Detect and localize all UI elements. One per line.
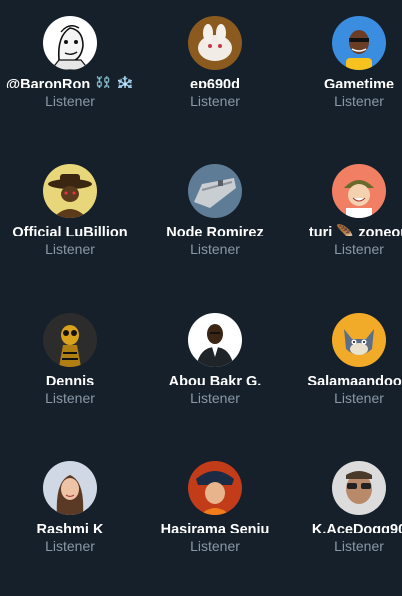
listener-name: Node Romirez — [166, 225, 264, 236]
listener-role: Listener — [45, 93, 95, 109]
listener-card[interactable]: Hasirama Senju Listener — [148, 445, 282, 555]
listener-role: Listener — [334, 538, 384, 554]
white-rabbit-avatar-icon[interactable] — [188, 16, 242, 70]
listener-role: Listener — [334, 93, 384, 109]
wasp-warrior-avatar-icon[interactable] — [43, 313, 97, 367]
listener-name: Salamaandoon — [307, 374, 402, 385]
man-in-suit-avatar-icon[interactable] — [188, 313, 242, 367]
listener-card[interactable]: Rashmi K Listener — [3, 445, 137, 555]
listener-card[interactable]: Official LuBillion Listener — [3, 148, 137, 258]
listener-name: Rashmi K — [36, 522, 104, 533]
cartoon-face-avatar-icon[interactable] — [43, 16, 97, 70]
cartoon-man-avatar-icon[interactable] — [332, 16, 386, 70]
listener-role: Listener — [334, 241, 384, 257]
listener-name: Hasirama Senju — [160, 522, 270, 533]
listener-card[interactable]: Gametime Listener — [292, 0, 402, 110]
listener-role: Listener — [45, 538, 95, 554]
listener-role: Listener — [334, 390, 384, 406]
listener-card[interactable]: Node Romirez Listener — [148, 148, 282, 258]
listener-name: ep690d — [190, 77, 240, 88]
listener-name: Abou Bakr G. — [168, 374, 262, 385]
listener-card[interactable]: Dennis Listener — [3, 297, 137, 407]
listeners-grid: @BaronRon ⛓️ ❄️ Listener ep690d Listener… — [0, 0, 402, 596]
listener-card[interactable]: K.AceDogg90 Listener — [292, 445, 402, 555]
listener-name: @BaronRon ⛓️ ❄️ — [6, 77, 134, 88]
listener-role: Listener — [190, 390, 240, 406]
listener-card[interactable]: Abou Bakr G. Listener — [148, 297, 282, 407]
man-sunglasses-avatar-icon[interactable] — [332, 461, 386, 515]
listener-role: Listener — [190, 93, 240, 109]
cartoon-cat-avatar-icon[interactable] — [332, 313, 386, 367]
cowboy-character-avatar-icon[interactable] — [43, 164, 97, 218]
aircraft-carrier-avatar-icon[interactable] — [188, 164, 242, 218]
listener-role: Listener — [45, 241, 95, 257]
listener-name: Gametime — [323, 77, 395, 88]
listener-card[interactable]: turi 🪶 zoneou Listener — [292, 148, 402, 258]
anime-character-avatar-icon[interactable] — [188, 461, 242, 515]
listener-name: Dennis — [45, 374, 95, 385]
smiling-cartoon-avatar-icon[interactable] — [332, 164, 386, 218]
listener-role: Listener — [190, 538, 240, 554]
listener-role: Listener — [45, 390, 95, 406]
listener-card[interactable]: Salamaandoon Listener — [292, 297, 402, 407]
woman-portrait-avatar-icon[interactable] — [43, 461, 97, 515]
listener-role: Listener — [190, 241, 240, 257]
listener-card[interactable]: @BaronRon ⛓️ ❄️ Listener — [3, 0, 137, 110]
listener-name: K.AceDogg90 — [311, 522, 402, 533]
listener-name: Official LuBillion — [12, 225, 128, 236]
listener-card[interactable]: ep690d Listener — [148, 0, 282, 110]
listener-name: turi 🪶 zoneou — [308, 225, 402, 236]
